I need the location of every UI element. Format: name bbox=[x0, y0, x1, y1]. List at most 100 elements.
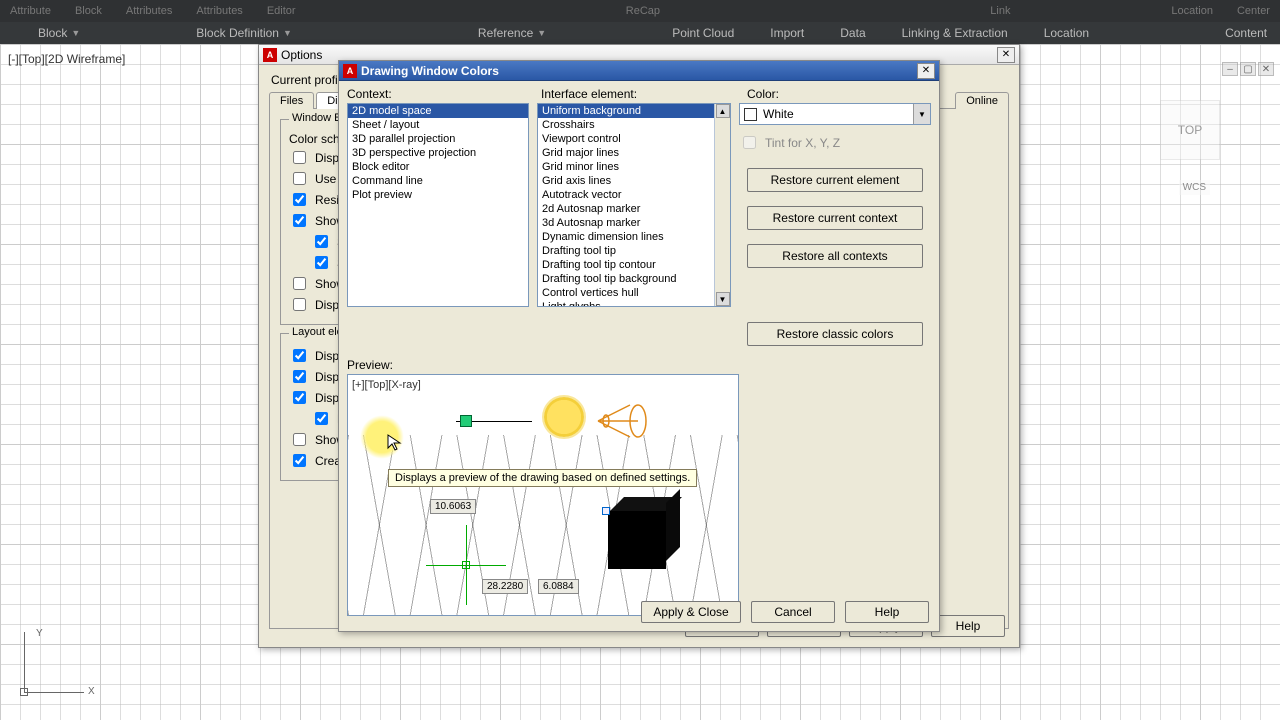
list-item[interactable]: Viewport control bbox=[538, 132, 730, 146]
restore-current-context-button[interactable]: Restore current context bbox=[747, 206, 923, 230]
colors-title: Drawing Window Colors bbox=[361, 64, 499, 78]
list-item[interactable]: Control vertices hull bbox=[538, 286, 730, 300]
chk-resize-icons[interactable] bbox=[293, 193, 306, 206]
list-item[interactable]: Sheet / layout bbox=[348, 118, 528, 132]
list-item[interactable]: Crosshairs bbox=[538, 118, 730, 132]
chk-paper-bg[interactable] bbox=[293, 391, 306, 404]
chk-printable[interactable] bbox=[293, 370, 306, 383]
tab-online[interactable]: Online bbox=[955, 92, 1009, 109]
chk-tooltips[interactable] bbox=[293, 214, 306, 227]
context-listbox[interactable]: 2D model spaceSheet / layout3D parallel … bbox=[347, 103, 529, 307]
ucs-y-label: Y bbox=[36, 628, 43, 639]
close-icon[interactable]: ✕ bbox=[917, 63, 935, 79]
preview-dimension-value: 28.2280 bbox=[482, 579, 528, 594]
chk-scrollbars[interactable] bbox=[293, 151, 306, 164]
interface-element-listbox[interactable]: Uniform backgroundCrosshairsViewport con… bbox=[537, 103, 731, 307]
list-item[interactable]: Grid minor lines bbox=[538, 160, 730, 174]
ribbon-panel-block[interactable]: Block▼ bbox=[30, 24, 88, 42]
chevron-down-icon[interactable]: ▼ bbox=[913, 104, 930, 124]
ribbon-mini-label: ReCap bbox=[626, 5, 660, 17]
ucs-icon: Y X bbox=[16, 630, 96, 710]
list-item[interactable]: Drafting tool tip bbox=[538, 244, 730, 258]
ribbon-panel-data[interactable]: Data bbox=[832, 24, 873, 42]
ribbon-panel-pointcloud[interactable]: Point Cloud bbox=[664, 24, 742, 42]
list-item[interactable]: 3D parallel projection bbox=[348, 132, 528, 146]
chk-large-buttons[interactable] bbox=[293, 172, 306, 185]
ribbon-mini-label: Attribute bbox=[10, 5, 51, 17]
scroll-down-icon[interactable]: ▼ bbox=[716, 292, 730, 306]
chevron-down-icon: ▼ bbox=[537, 28, 546, 38]
chk-rollover[interactable] bbox=[293, 277, 306, 290]
list-item[interactable]: 3D perspective projection bbox=[348, 146, 528, 160]
ribbon-panel-content[interactable]: Content bbox=[1217, 24, 1275, 42]
chk-pagesetup[interactable] bbox=[293, 433, 306, 446]
preview-viewport-label: [+][Top][X-ray] bbox=[352, 379, 421, 391]
chk-create-vp[interactable] bbox=[293, 454, 306, 467]
chk-extended-tooltips[interactable] bbox=[315, 256, 328, 269]
ribbon-panel-block-def[interactable]: Block Definition▼ bbox=[188, 24, 300, 42]
list-item[interactable]: 2d Autosnap marker bbox=[538, 202, 730, 216]
sun-light-icon bbox=[544, 397, 584, 437]
colors-titlebar[interactable]: A Drawing Window Colors ✕ bbox=[339, 61, 939, 81]
restore-all-contexts-button[interactable]: Restore all contexts bbox=[747, 244, 923, 268]
preview-cube bbox=[608, 497, 678, 571]
tint-xyz-checkbox: Tint for X, Y, Z bbox=[739, 133, 931, 152]
chk-filetabs[interactable] bbox=[293, 298, 306, 311]
list-item[interactable]: Drafting tool tip background bbox=[538, 272, 730, 286]
viewport-label[interactable]: [-][Top][2D Wireframe] bbox=[8, 52, 125, 66]
list-item[interactable]: 3d Autosnap marker bbox=[538, 216, 730, 230]
list-item[interactable]: Command line bbox=[348, 174, 528, 188]
scroll-up-icon[interactable]: ▲ bbox=[716, 104, 730, 118]
close-icon[interactable]: ✕ bbox=[997, 47, 1015, 63]
list-item[interactable]: Light glyphs bbox=[538, 300, 730, 307]
preview-grip-icon bbox=[460, 415, 472, 427]
ribbon-mini-label: Link bbox=[990, 5, 1010, 17]
ribbon-panels: Block▼ Block Definition▼ Reference▼ Poin… bbox=[0, 22, 1280, 44]
maximize-icon[interactable]: ▢ bbox=[1240, 62, 1256, 76]
scrollbar[interactable]: ▲ ▼ bbox=[714, 104, 730, 306]
ribbon-panel-reference[interactable]: Reference▼ bbox=[470, 24, 554, 42]
list-item[interactable]: Grid major lines bbox=[538, 146, 730, 160]
ribbon-mini-label: Editor bbox=[267, 5, 296, 17]
preview-pane: [+][Top][X-ray] 10.6063 28.2280 6.0884 bbox=[347, 374, 739, 616]
options-title: Options bbox=[281, 48, 322, 62]
preview-tooltip: Displays a preview of the drawing based … bbox=[388, 469, 697, 487]
ribbon-panel-location[interactable]: Location bbox=[1036, 24, 1097, 42]
minimize-icon[interactable]: – bbox=[1222, 62, 1238, 76]
cursor-arrow-icon bbox=[386, 433, 404, 451]
close-icon[interactable]: ✕ bbox=[1258, 62, 1274, 76]
list-item[interactable]: 2D model space bbox=[348, 104, 528, 118]
restore-current-element-button[interactable]: Restore current element bbox=[747, 168, 923, 192]
apply-and-close-button[interactable]: Apply & Close bbox=[641, 601, 741, 623]
restore-classic-colors-button[interactable]: Restore classic colors bbox=[747, 322, 923, 346]
chk-layout-tabs[interactable] bbox=[293, 349, 306, 362]
list-item[interactable]: Block editor bbox=[348, 160, 528, 174]
list-item[interactable]: Drafting tool tip contour bbox=[538, 258, 730, 272]
preview-label: Preview: bbox=[347, 358, 931, 372]
chevron-down-icon: ▼ bbox=[283, 28, 292, 38]
preview-dimension-value: 10.6063 bbox=[430, 499, 476, 514]
list-item[interactable]: Grid axis lines bbox=[538, 174, 730, 188]
cancel-button[interactable]: Cancel bbox=[751, 601, 835, 623]
viewcube[interactable]: TOP bbox=[1160, 100, 1220, 160]
list-item[interactable]: Uniform background bbox=[538, 104, 730, 118]
ribbon-mini-label: Block bbox=[75, 5, 102, 17]
options-help-button[interactable]: Help bbox=[931, 615, 1005, 637]
ribbon-mini-label: Attributes bbox=[196, 5, 242, 17]
chk-shortcut-keys[interactable] bbox=[315, 235, 328, 248]
list-item[interactable]: Plot preview bbox=[348, 188, 528, 202]
preview-grip-icon bbox=[602, 507, 610, 515]
list-item[interactable]: Autotrack vector bbox=[538, 188, 730, 202]
list-item[interactable]: Dynamic dimension lines bbox=[538, 230, 730, 244]
tab-files[interactable]: Files bbox=[269, 92, 314, 109]
viewport-window-controls: – ▢ ✕ bbox=[1222, 62, 1274, 76]
spotlight-icon bbox=[594, 403, 648, 439]
color-combobox[interactable]: White ▼ bbox=[739, 103, 931, 125]
ribbon-mini-label: Location bbox=[1171, 5, 1213, 17]
wcs-label[interactable]: WCS bbox=[1179, 180, 1210, 195]
ribbon-panel-import[interactable]: Import bbox=[762, 24, 812, 42]
chk-paper-shadow[interactable] bbox=[315, 412, 328, 425]
help-button[interactable]: Help bbox=[845, 601, 929, 623]
ribbon-panel-linking[interactable]: Linking & Extraction bbox=[894, 24, 1016, 42]
chevron-down-icon: ▼ bbox=[71, 28, 80, 38]
